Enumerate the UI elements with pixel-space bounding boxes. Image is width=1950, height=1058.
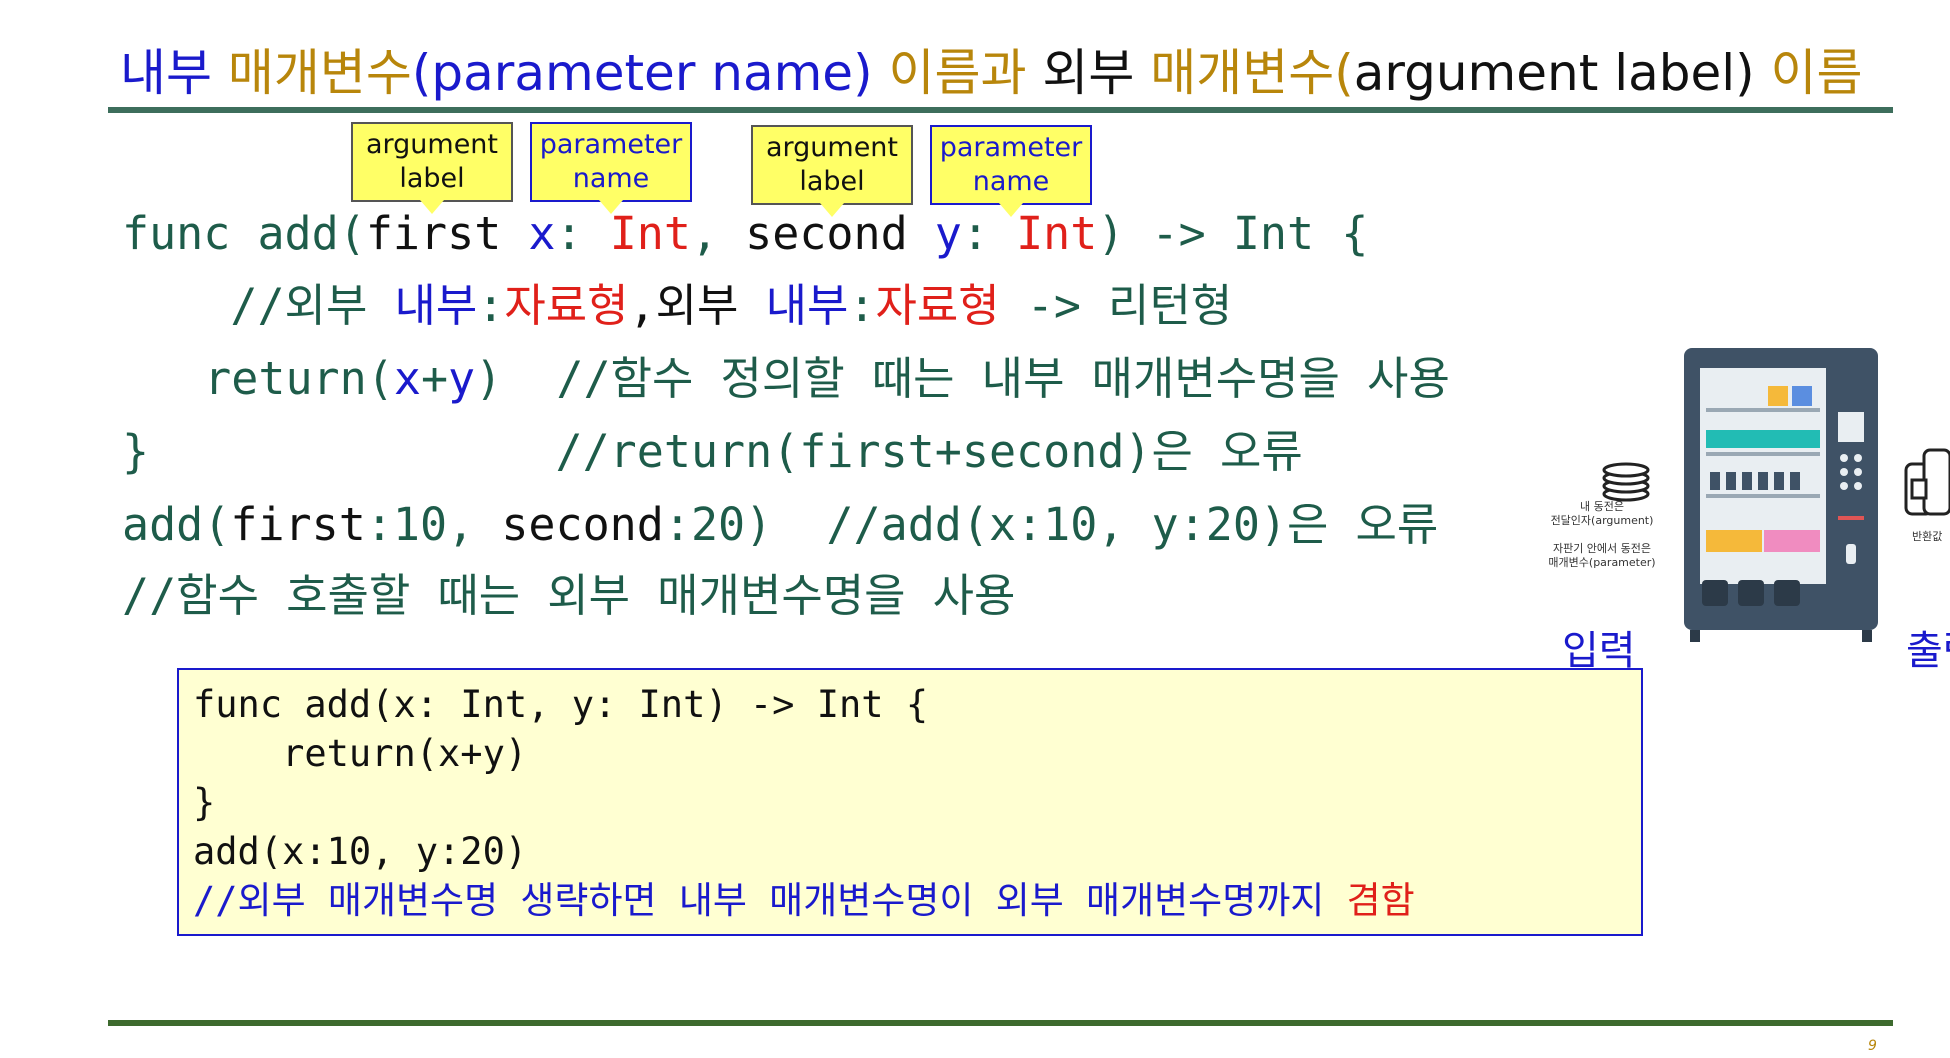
code-token: 자료형 <box>875 279 1000 332</box>
box-code-line: func add(x: Int, y: Int) -> Int { <box>193 683 929 726</box>
code-token: first <box>230 498 366 551</box>
note-text: 매개변수(parameter) <box>1548 556 1656 569</box>
slide-title: 내부 매개변수(parameter name) 이름과 외부 매개변수(argu… <box>120 38 1863 108</box>
return-note: 반환값 <box>1912 530 1943 543</box>
box-code-line: //외부 매개변수명 생략하면 내부 매개변수명이 외부 매개변수명까지 겸함 <box>193 876 1627 925</box>
callout-text: label <box>399 163 465 194</box>
box-code-line: } <box>193 781 216 824</box>
parameter-note: 자판기 안에서 동전은 매개변수(parameter) <box>1532 542 1672 570</box>
note-text: 전달인자(argument) <box>1550 514 1654 527</box>
title-part: 내부 <box>120 44 228 102</box>
code-token: ) -> Int { <box>1097 207 1369 260</box>
code-token: func add( <box>122 207 366 260</box>
code-token: Int <box>1016 207 1098 260</box>
code-token: , <box>690 207 746 260</box>
title-underline <box>108 107 1893 113</box>
box-comment-emphasis: 겸함 <box>1346 879 1415 922</box>
note-text: 내 동전은 <box>1580 500 1624 513</box>
code-token: ,외부 <box>628 279 766 332</box>
code-line-4: } //return(first+second)은 오류 <box>122 424 1303 480</box>
code-token: //함수 호출할 때는 외부 매개변수명을 사용 <box>122 569 1016 622</box>
code-token: first <box>365 207 502 260</box>
title-part: (parameter name) <box>411 44 889 102</box>
output-label: 출력 <box>1906 628 1950 674</box>
code-token: : <box>848 279 876 332</box>
code-token: add( <box>122 498 231 551</box>
title-part: 이름과 <box>888 44 1043 102</box>
callout-argument-label-2: argument label <box>751 125 913 217</box>
callout-argument-label-1: argument label <box>351 122 513 214</box>
code-token: y <box>448 352 476 405</box>
box-comment: //외부 매개변수명 생략하면 내부 매개변수명이 외부 매개변수명까지 <box>193 879 1347 922</box>
callout-text: label <box>799 166 865 197</box>
code-token: 내부 <box>394 279 478 332</box>
code-token: ) //함수 정의할 때는 내부 매개변수명을 사용 <box>475 352 1450 405</box>
code-token: y <box>907 207 962 260</box>
coin-stack-icon <box>1602 462 1650 502</box>
code-token: :10, <box>365 498 502 551</box>
can-icon <box>1904 448 1950 516</box>
code-token: return( <box>150 352 394 405</box>
example-code-box: func add(x: Int, y: Int) -> Int { return… <box>177 668 1643 936</box>
argument-note: 내 동전은 전달인자(argument) <box>1532 500 1672 528</box>
callout-text: argument <box>365 129 499 160</box>
box-code-line: return(x+y) <box>193 732 528 775</box>
page-number: 9 <box>1868 1038 1877 1054</box>
title-part: 이름 <box>1770 44 1863 102</box>
code-token: : <box>477 279 505 332</box>
code-token: 자료형 <box>504 279 629 332</box>
code-token: second <box>745 207 908 260</box>
code-line-2: //외부 내부:자료형,외부 내부:자료형 -> 리턴형 <box>122 278 1232 334</box>
code-token: second <box>501 498 664 551</box>
code-token: :20) //add(x:10, y:20)은 오류 <box>663 498 1439 551</box>
title-part: 외부 <box>1042 44 1151 102</box>
code-token: : <box>555 207 610 260</box>
code-token: } //return(first+second)은 오류 <box>122 425 1303 478</box>
code-line-3: return(x+y) //함수 정의할 때는 내부 매개변수명을 사용 <box>150 351 1450 407</box>
vending-machine-icon <box>1684 348 1878 642</box>
code-token: 내부 <box>765 279 849 332</box>
callout-text: parameter <box>939 132 1083 163</box>
callout-text: name <box>572 163 650 194</box>
callout-text: parameter <box>539 129 683 160</box>
code-token: //외부 <box>122 279 395 332</box>
note-text: 자판기 안에서 동전은 <box>1552 542 1652 555</box>
code-token: x <box>393 352 421 405</box>
box-code-line: add(x:10, y:20) <box>193 830 528 873</box>
code-line-6: //함수 호출할 때는 외부 매개변수명을 사용 <box>122 568 1015 624</box>
callout-text: argument <box>765 132 899 163</box>
footer-rule <box>108 1020 1893 1026</box>
code-line-5: add(first:10, second:20) //add(x:10, y:2… <box>122 497 1438 553</box>
title-part: 매개변수 <box>227 44 412 102</box>
callout-parameter-name-2: parameter name <box>930 125 1092 217</box>
code-token: x <box>501 207 556 260</box>
input-label: 입력 <box>1562 628 1636 674</box>
code-line-1: func add(first x: Int, second y: Int) ->… <box>122 206 1368 262</box>
code-token: -> 리턴형 <box>999 279 1233 332</box>
code-token: Int <box>609 207 691 260</box>
title-part: 매개변수 <box>1150 44 1335 102</box>
code-token: + <box>420 352 449 405</box>
callout-text: name <box>972 166 1050 197</box>
title-part: argument label) <box>1353 44 1771 102</box>
callout-parameter-name-1: parameter name <box>530 122 692 214</box>
title-part: ( <box>1334 44 1354 102</box>
code-token: : <box>961 207 1017 260</box>
